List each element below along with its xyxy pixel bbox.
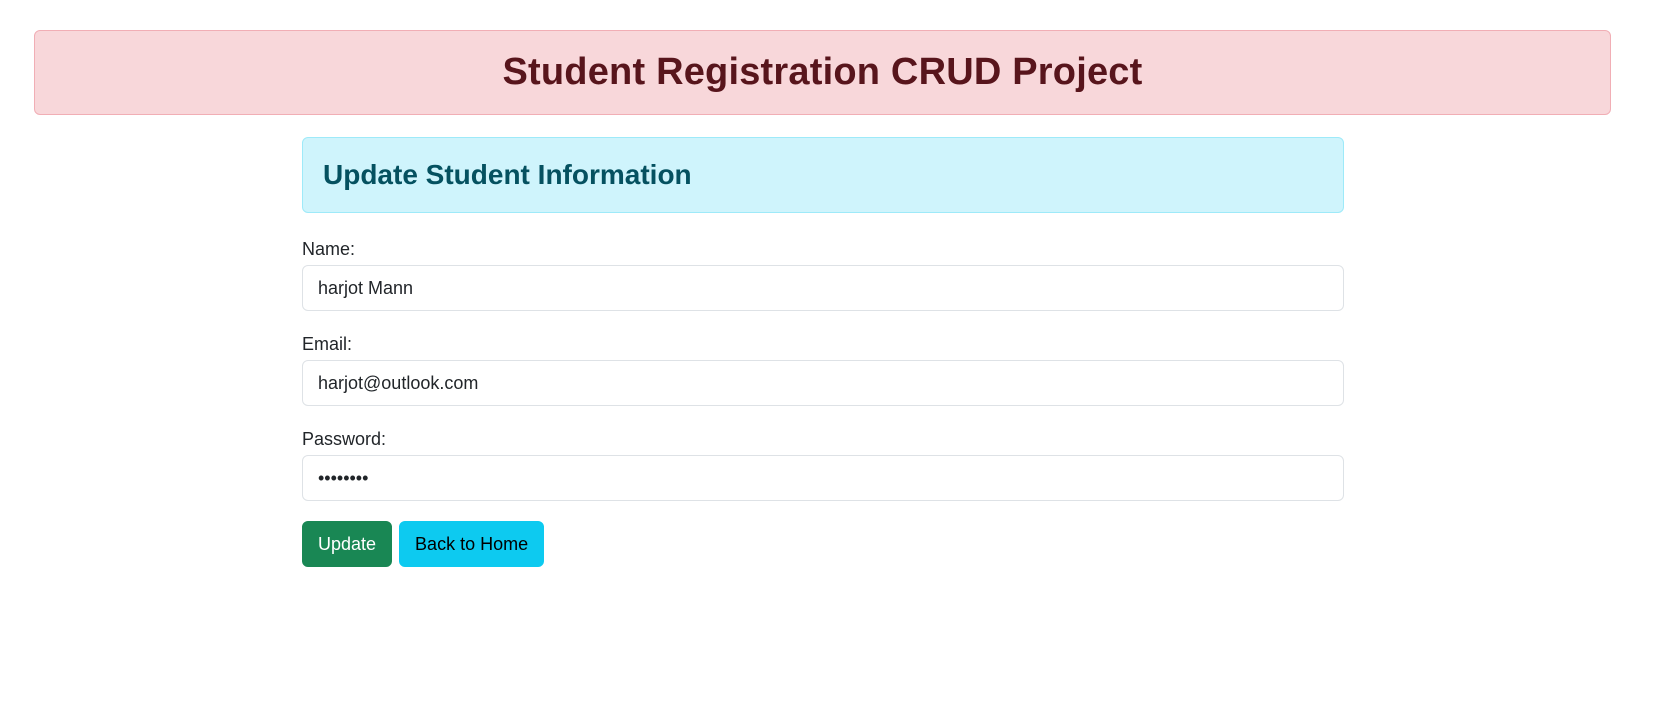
password-field-group: Password: <box>302 428 1344 501</box>
update-student-form: Name: Email: Password: Update Back to Ho… <box>302 238 1344 567</box>
page-banner: Student Registration CRUD Project <box>34 30 1611 115</box>
update-form-container: Update Student Information Name: Email: … <box>302 137 1344 567</box>
form-heading: Update Student Information <box>323 159 692 190</box>
form-heading-box: Update Student Information <box>302 137 1344 213</box>
email-field-group: Email: <box>302 333 1344 406</box>
email-label: Email: <box>302 334 353 354</box>
form-actions: Update Back to Home <box>302 521 1344 567</box>
password-input[interactable] <box>302 455 1344 501</box>
back-to-home-button[interactable]: Back to Home <box>399 521 545 567</box>
name-label: Name: <box>302 239 356 259</box>
page-title: Student Registration CRUD Project <box>502 51 1143 93</box>
name-input[interactable] <box>302 265 1344 311</box>
update-button[interactable]: Update <box>302 521 393 567</box>
name-field-group: Name: <box>302 238 1344 311</box>
password-label: Password: <box>302 429 387 449</box>
email-input[interactable] <box>302 360 1344 406</box>
